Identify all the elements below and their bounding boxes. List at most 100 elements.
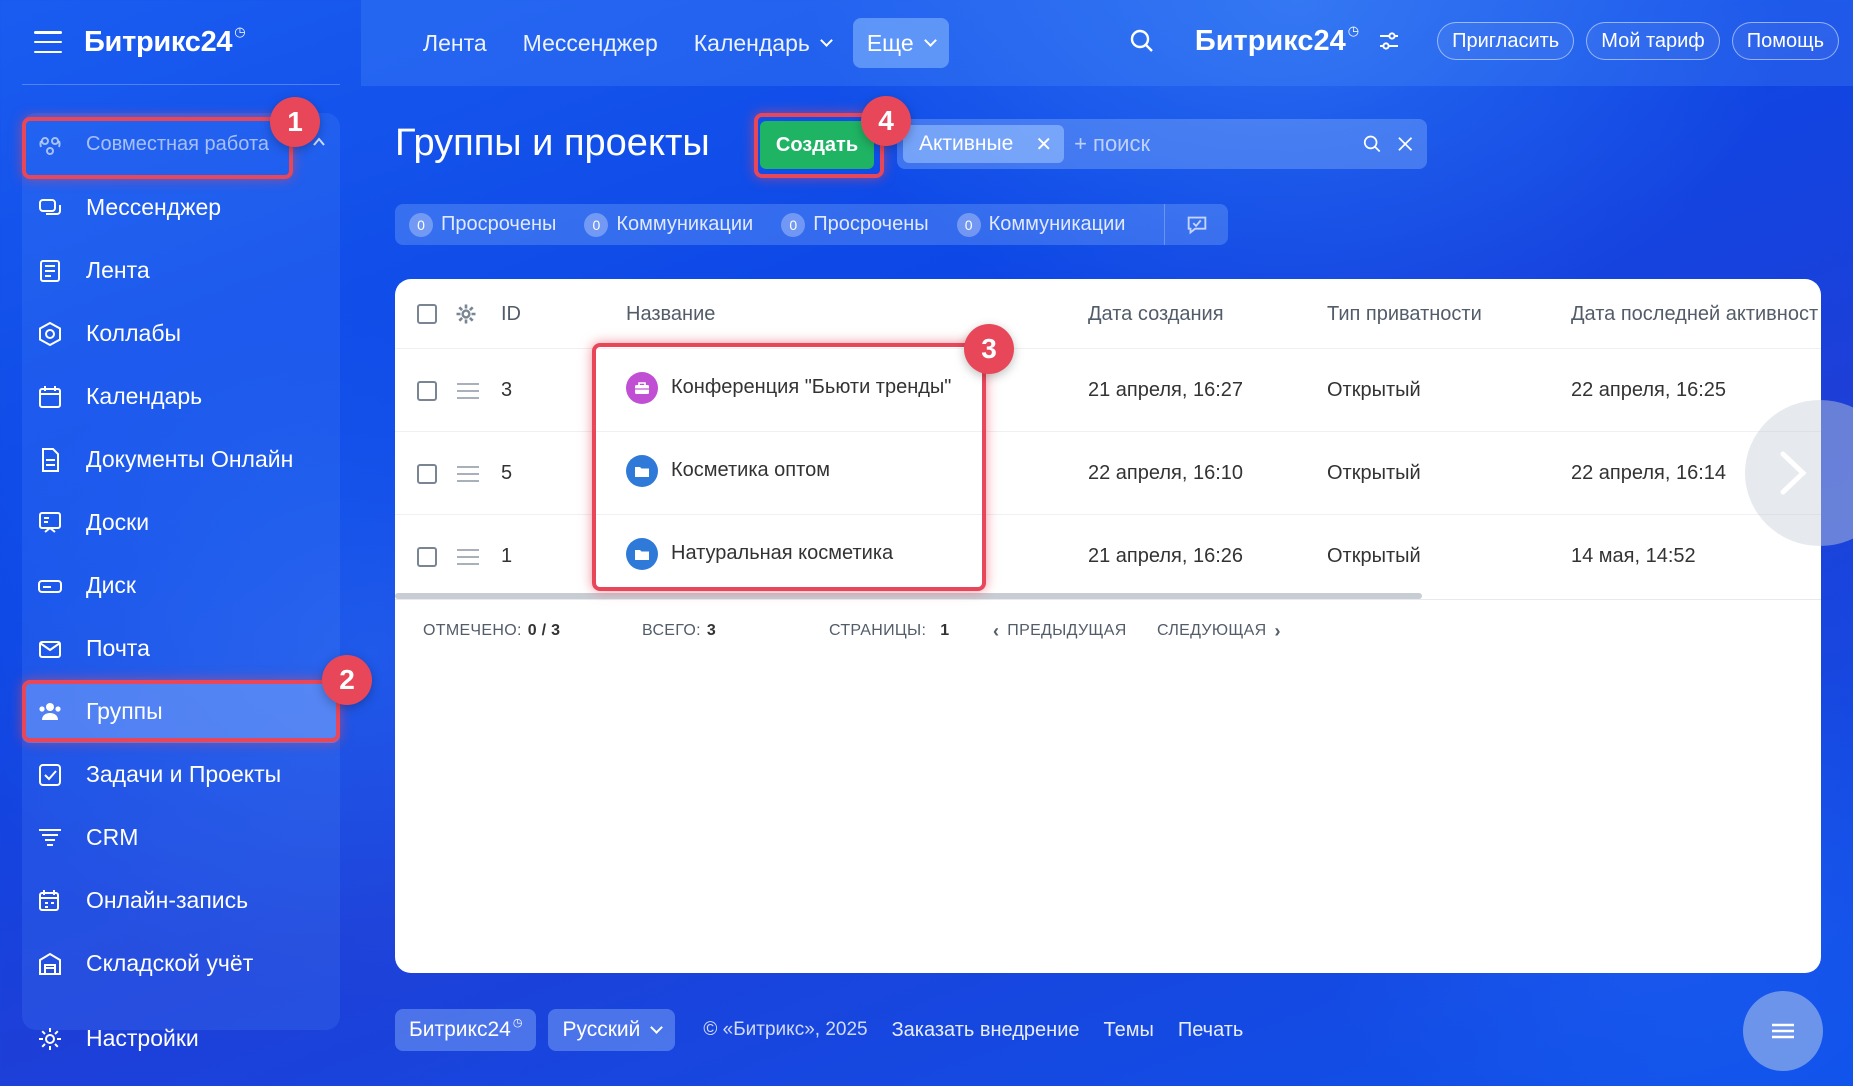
next-page-link[interactable]: СЛЕДУЮЩАЯ › bbox=[1157, 600, 1289, 662]
top-nav-messenger[interactable]: Мессенджер bbox=[509, 18, 672, 68]
row-created: 21 апреля, 16:27 bbox=[1088, 379, 1243, 401]
search-icon[interactable] bbox=[1127, 26, 1157, 56]
row-checkbox[interactable] bbox=[417, 463, 437, 484]
counter-value: 0 bbox=[584, 212, 609, 237]
sidebar-item-messenger[interactable]: Мессенджер bbox=[22, 176, 340, 239]
chevron-right-icon: › bbox=[1274, 620, 1281, 641]
column-header-privacy[interactable]: Тип приватности bbox=[1327, 279, 1482, 349]
counter-communications[interactable]: 0 Коммуникации bbox=[584, 212, 754, 237]
counter-overdue-2[interactable]: 0 Просрочены bbox=[781, 212, 929, 237]
sidebar-item-label: Складской учёт bbox=[86, 950, 254, 976]
table-row[interactable]: 3 Конференция "Бьюти тренды" 21 апреля, … bbox=[395, 349, 1821, 432]
sidebar-item-label: Диск bbox=[86, 572, 136, 598]
filter-search-bar[interactable]: Активные ✕ bbox=[897, 119, 1427, 169]
sidebar-item-label: Настройки bbox=[86, 1025, 199, 1051]
drag-handle-icon[interactable] bbox=[457, 548, 479, 565]
chat-check-icon[interactable] bbox=[1164, 204, 1228, 245]
warehouse-icon bbox=[36, 950, 64, 978]
header-logo[interactable]: Битрикс24 ◷ bbox=[1195, 23, 1359, 58]
create-button[interactable]: Создать bbox=[760, 121, 874, 169]
row-checkbox-cell bbox=[417, 349, 437, 432]
chat-button[interactable] bbox=[1743, 991, 1823, 1071]
row-checkbox[interactable] bbox=[417, 380, 437, 401]
chevron-right-icon bbox=[1780, 451, 1807, 495]
chat-lines-icon bbox=[1772, 1023, 1794, 1039]
filter-chip-label: Активные bbox=[919, 132, 1014, 155]
sidebar-item-documents[interactable]: Документы Онлайн bbox=[22, 428, 340, 491]
row-name-cell: Косметика оптом bbox=[626, 429, 830, 512]
sidebar-item-label: Лента bbox=[86, 257, 150, 283]
counter-overdue[interactable]: 0 Просрочены bbox=[409, 212, 556, 237]
top-nav-label: Еще bbox=[866, 29, 914, 56]
top-nav-calendar[interactable]: Календарь bbox=[680, 18, 845, 68]
row-last-activity: 14 мая, 14:52 bbox=[1571, 545, 1696, 567]
column-header-name[interactable]: Название bbox=[626, 279, 715, 349]
sidebar-item-booking[interactable]: Онлайн-запись bbox=[22, 869, 340, 932]
row-privacy: Открытый bbox=[1327, 379, 1421, 401]
top-nav-more[interactable]: Еще bbox=[852, 18, 949, 68]
settings-sliders-icon[interactable] bbox=[1377, 29, 1401, 53]
table-row[interactable]: 1 Натуральная косметика 21 апреля, 16:26… bbox=[395, 515, 1821, 598]
sidebar-item-label: Группы bbox=[86, 698, 163, 724]
sidebar-item-boards[interactable]: Доски bbox=[22, 491, 340, 554]
select-all-checkbox[interactable] bbox=[417, 304, 437, 324]
help-button[interactable]: Помощь bbox=[1731, 22, 1839, 60]
sidebar-section-label: Совместная работа bbox=[86, 133, 269, 155]
sidebar-item-disk[interactable]: Диск bbox=[22, 554, 340, 617]
gear-icon[interactable] bbox=[455, 303, 477, 325]
sidebar-item-crm[interactable]: CRM bbox=[22, 806, 340, 869]
search-icon[interactable] bbox=[1362, 131, 1382, 157]
order-implementation-link[interactable]: Заказать внедрение bbox=[892, 1019, 1080, 1042]
column-header-id[interactable]: ID bbox=[501, 279, 521, 349]
sidebar-item-feed[interactable]: Лента bbox=[22, 239, 340, 302]
filter-chip-active[interactable]: Активные ✕ bbox=[903, 125, 1065, 163]
group-name-link[interactable]: Натуральная косметика bbox=[671, 542, 893, 565]
sidebar-logo[interactable]: Битрикс24 ◷ bbox=[84, 24, 246, 59]
print-link[interactable]: Печать bbox=[1178, 1019, 1244, 1042]
sidebar-item-calendar[interactable]: Календарь bbox=[22, 365, 340, 428]
sidebar-item-collabs[interactable]: Коллабы bbox=[22, 302, 340, 365]
column-header-created[interactable]: Дата создания bbox=[1088, 279, 1224, 349]
clear-icon[interactable] bbox=[1395, 131, 1415, 157]
total-count: ВСЕГО: 3 bbox=[642, 622, 717, 639]
copyright: © «Битрикс», 2025 bbox=[703, 1019, 868, 1040]
sidebar-item-tasks[interactable]: Задачи и Проекты bbox=[22, 743, 340, 806]
row-id: 3 bbox=[501, 379, 513, 401]
messenger-icon bbox=[36, 194, 64, 222]
menu-burger-icon[interactable] bbox=[34, 31, 62, 53]
sidebar-item-label: Коллабы bbox=[86, 320, 182, 346]
sidebar-item-settings[interactable]: Настройки bbox=[22, 1007, 340, 1070]
sidebar-item-mail[interactable]: Почта bbox=[22, 617, 340, 680]
invite-button[interactable]: Пригласить bbox=[1437, 22, 1575, 60]
annotation-badge-1: 1 bbox=[270, 97, 320, 147]
sidebar-item-warehouse[interactable]: Складской учёт bbox=[22, 932, 340, 995]
top-nav-feed[interactable]: Лента bbox=[409, 18, 501, 68]
group-name-link[interactable]: Косметика оптом bbox=[671, 459, 830, 482]
themes-link[interactable]: Темы bbox=[1103, 1019, 1153, 1042]
group-name-link[interactable]: Конференция "Бьюти тренды" bbox=[671, 376, 951, 399]
counter-value: 0 bbox=[956, 212, 981, 237]
pages-count: СТРАНИЦЫ: 1 bbox=[829, 622, 950, 639]
footer-brand-button[interactable]: Битрикс24 ◷ bbox=[395, 1009, 537, 1051]
mail-icon bbox=[36, 635, 64, 663]
row-checkbox[interactable] bbox=[417, 546, 437, 567]
page-title: Группы и проекты bbox=[395, 122, 710, 164]
counter-label: Коммуникации bbox=[616, 213, 754, 235]
prev-page-link[interactable]: ‹ ПРЕДЫДУЩАЯ bbox=[985, 600, 1127, 662]
language-select[interactable]: Русский bbox=[548, 1009, 676, 1051]
chevron-down-icon bbox=[819, 33, 833, 47]
table-row[interactable]: 5 Косметика оптом 22 апреля, 16:10 Откры… bbox=[395, 432, 1821, 515]
drag-handle-icon[interactable] bbox=[457, 382, 479, 399]
counter-value: 0 bbox=[781, 212, 806, 237]
search-input[interactable] bbox=[1064, 125, 1363, 163]
drag-handle-icon[interactable] bbox=[457, 465, 479, 482]
column-header-last-activity[interactable]: Дата последней активност bbox=[1571, 279, 1818, 349]
my-tariff-button[interactable]: Мой тариф bbox=[1586, 22, 1720, 60]
sidebar-item-groups[interactable]: Группы bbox=[22, 680, 340, 743]
top-nav: Лента Мессенджер Календарь Еще bbox=[409, 18, 949, 68]
row-checkbox-cell bbox=[417, 432, 437, 515]
folder-icon bbox=[626, 537, 658, 570]
counter-communications-2[interactable]: 0 Коммуникации bbox=[956, 212, 1125, 237]
row-id: 1 bbox=[501, 545, 513, 567]
close-icon[interactable]: ✕ bbox=[1035, 132, 1052, 157]
